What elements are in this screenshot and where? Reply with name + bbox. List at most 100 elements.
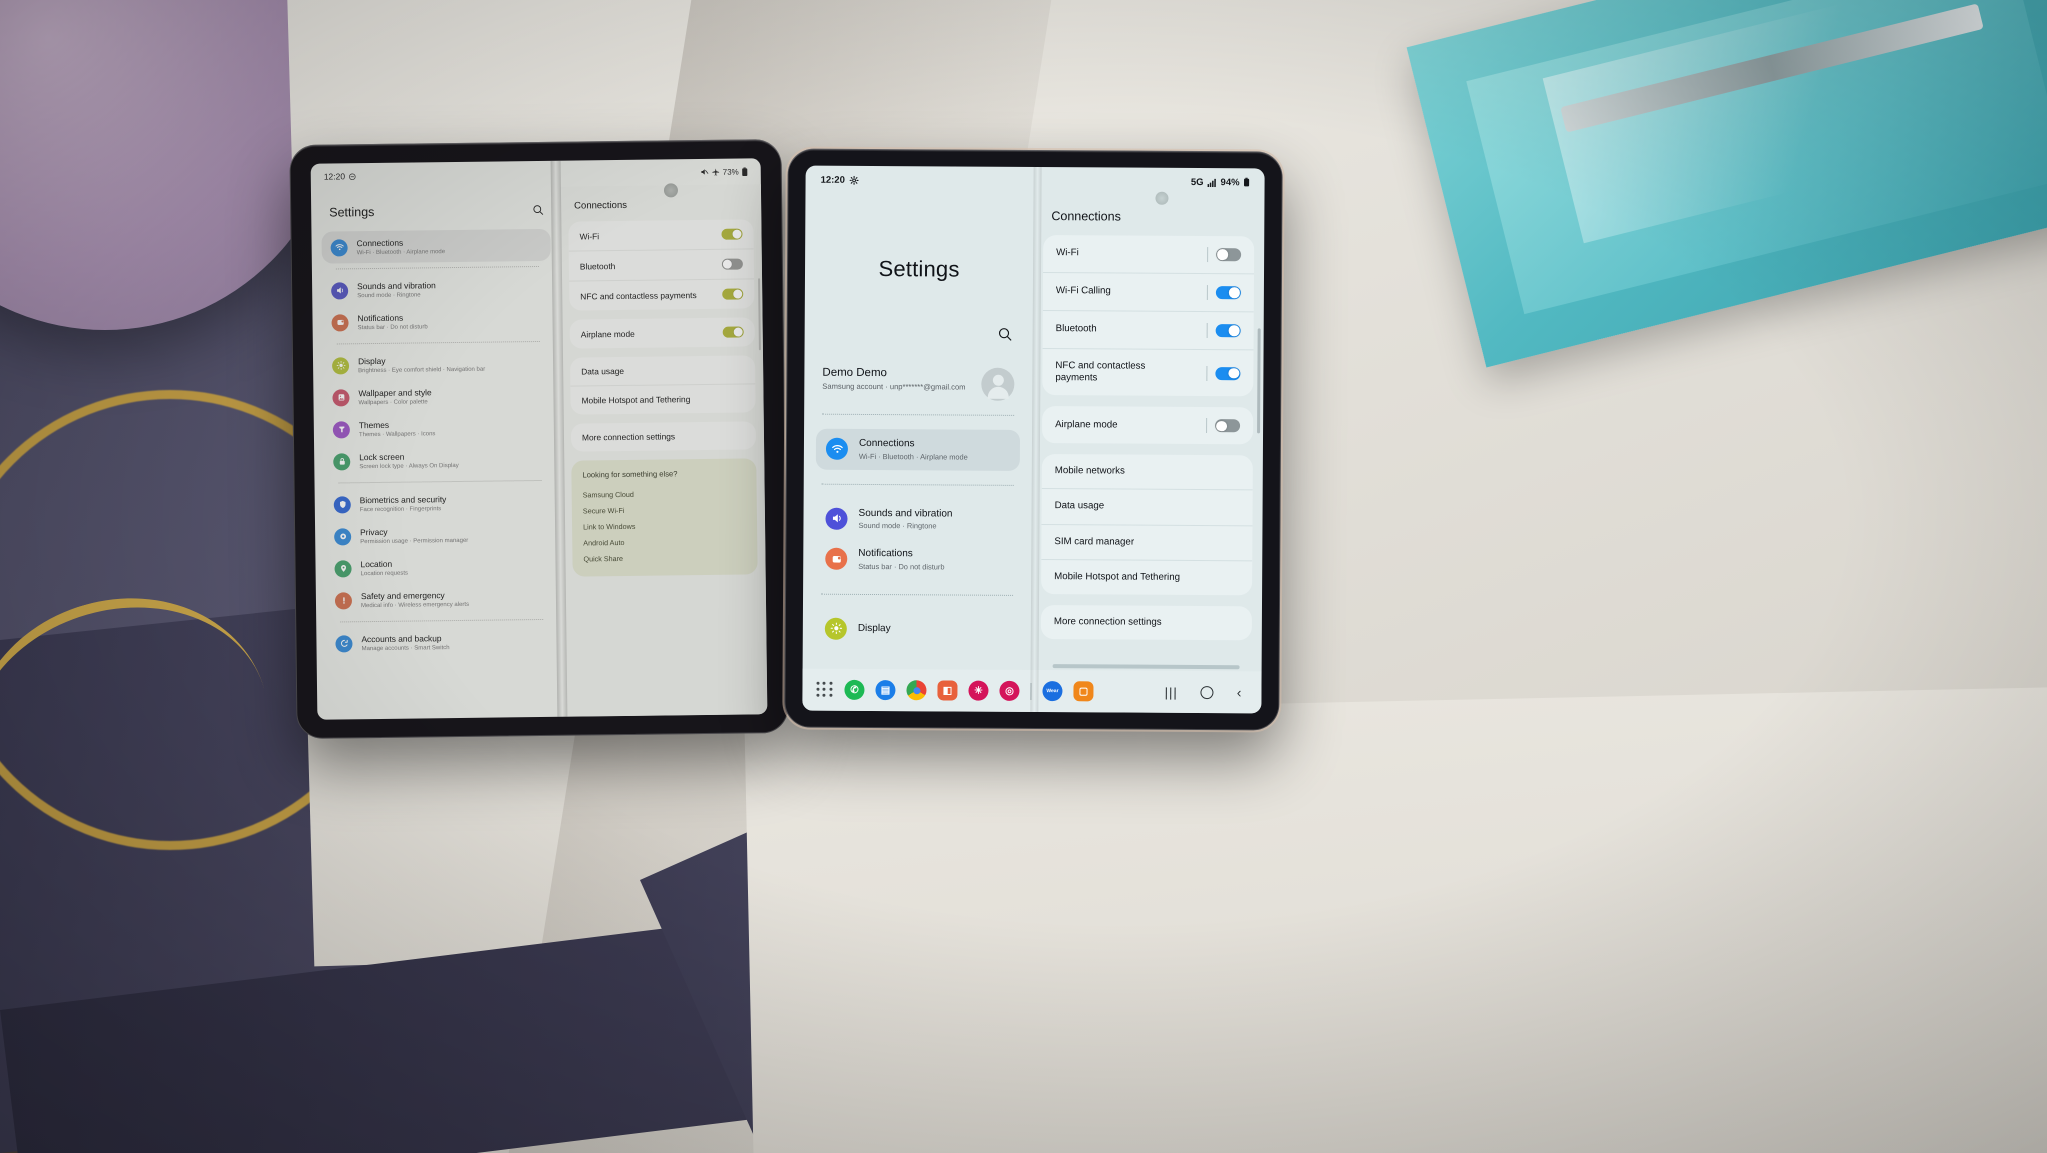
left-item-text: Display Brightness · Eye comfort shield ·… — [357, 355, 485, 374]
camera-icon[interactable]: ◎ — [999, 680, 1020, 701]
wear-icon[interactable]: Wear — [1042, 681, 1063, 702]
search-icon[interactable] — [532, 204, 544, 216]
toggle-wrap — [1206, 365, 1241, 381]
left-settings-item-location[interactable]: Location Location requests — [325, 550, 554, 585]
suggestion-card: Looking for something else? Samsung Cloud… — [571, 458, 758, 577]
lock-icon — [333, 452, 351, 471]
right-detail-row-nfc-and-contactless-payments[interactable]: NFC and contactless payments — [1042, 348, 1254, 397]
toggle-switch[interactable] — [722, 326, 744, 338]
left-item-sublabel: Wi-Fi · Bluetooth · Airplane mode — [356, 249, 446, 257]
right-detail-row-wi-fi[interactable]: Wi-Fi — [1043, 235, 1254, 273]
sound-icon — [331, 281, 349, 300]
right-status-time: 12:20 — [820, 174, 845, 186]
right-detail-card-group2: Airplane mode — [1041, 406, 1254, 445]
accounts-icon — [335, 634, 353, 653]
left-detail-row-nfc-and-contactless-payments[interactable]: NFC and contactless payments — [569, 278, 755, 311]
toggle-switch[interactable] — [1215, 324, 1241, 338]
toggle-switch[interactable] — [1215, 366, 1241, 380]
right-detail-card-group1: Wi-Fi Wi-Fi Calling Bluetooth NFC and conta… — [1042, 235, 1255, 397]
suggestion-heading: Looking for something else? — [582, 469, 678, 480]
left-item-text: Safety and emergency Medical info · Wirel… — [361, 590, 469, 609]
toggle-switch[interactable] — [1216, 248, 1242, 262]
divider — [336, 340, 540, 345]
left-settings-item-themes[interactable]: Themes Themes · Wallpapers · Icons — [324, 411, 553, 446]
safety-icon — [334, 591, 353, 610]
right-settings-item-notifications[interactable]: Notifications Status bar · Do not disturb — [815, 539, 1019, 581]
messages-icon[interactable]: ▤ — [875, 680, 896, 701]
right-detail-row-label: Mobile networks — [1054, 465, 1125, 477]
chrome-icon[interactable] — [906, 680, 927, 701]
toggle-switch[interactable] — [722, 288, 744, 300]
left-item-label: Notifications — [357, 312, 404, 324]
location-icon — [334, 559, 352, 578]
right-battery-percent: 94% — [1220, 176, 1240, 188]
right-detail-row-mobile-hotspot-and-tethering[interactable]: Mobile Hotspot and Tethering — [1041, 558, 1253, 596]
right-detail-content: Wi-Fi Wi-Fi Calling Bluetooth NFC and conta… — [1040, 235, 1255, 641]
toggle-switch[interactable] — [721, 258, 743, 270]
account-card[interactable]: Demo Demo Samsung account · unp*******@g… — [816, 341, 1020, 401]
apps-grid-icon[interactable] — [816, 681, 833, 698]
left-settings-item-connections[interactable]: Connections Wi-Fi · Bluetooth · Airplane … — [321, 228, 551, 264]
left-settings-item-biometrics-and-security[interactable]: Biometrics and security Face recognition … — [325, 486, 554, 521]
right-settings-item-display[interactable]: Display — [815, 608, 1019, 649]
left-settings-item-lock-screen[interactable]: Lock screen Screen lock type · Always On … — [324, 443, 553, 478]
toggle-switch[interactable] — [1215, 419, 1241, 433]
left-settings-item-safety-and-emergency[interactable]: Safety and emergency Medical info · Wirel… — [326, 582, 555, 617]
right-scrollbar[interactable] — [1256, 328, 1261, 434]
left-item-text: Sounds and vibration Sound mode · Rington… — [357, 280, 436, 299]
left-detail-card-group4: More connection settings — [570, 421, 757, 452]
left-detail-row-airplane-mode[interactable]: Airplane mode — [570, 317, 755, 348]
left-detail-pane: Connections Wi-Fi Bluetooth NFC and contac… — [559, 184, 768, 717]
right-settings-item-sounds-and-vibration[interactable]: Sounds and vibration Sound mode · Rington… — [815, 498, 1019, 540]
home-icon[interactable] — [1200, 685, 1214, 699]
right-detail-row-label: Wi-Fi — [1056, 247, 1079, 259]
divider — [821, 483, 1014, 486]
photos-icon[interactable]: ✳ — [968, 680, 989, 701]
left-detail-row-bluetooth[interactable]: Bluetooth — [568, 248, 755, 281]
right-item-label: Connections — [858, 437, 915, 450]
photo-scene: 12:20 73% Settings Connections Wi-Fi · B… — [0, 0, 2047, 1153]
right-detail-row-airplane-mode[interactable]: Airplane mode — [1042, 406, 1253, 444]
left-settings-item-sounds-and-vibration[interactable]: Sounds and vibration Sound mode · Rington… — [322, 272, 551, 307]
back-icon[interactable]: ‹ — [1237, 684, 1242, 700]
left-settings-item-accounts-and-backup[interactable]: Accounts and backup Manage accounts · Sma… — [326, 625, 555, 660]
suggestion-link-quick-share[interactable]: Quick Share — [583, 548, 746, 566]
left-detail-card-group3: Data usage Mobile Hotspot and Tethering — [570, 355, 756, 415]
left-detail-row-more-connection-settings[interactable]: More connection settings — [571, 421, 756, 451]
right-phone-ui: 12:20 5G 94% Settings Demo Demo Samsung … — [802, 166, 1264, 714]
right-detail-row-mobile-networks[interactable]: Mobile networks — [1042, 454, 1253, 489]
left-detail-row-mobile-hotspot-and-tethering[interactable]: Mobile Hotspot and Tethering — [570, 383, 756, 415]
avatar[interactable] — [981, 367, 1015, 401]
right-status-bar: 12:20 5G 94% — [805, 166, 1264, 197]
right-detail-row-bluetooth[interactable]: Bluetooth — [1042, 310, 1254, 350]
search-icon[interactable] — [998, 327, 1013, 342]
phone-icon[interactable]: ✆ — [844, 679, 865, 700]
right-detail-row-label: More connection settings — [1053, 615, 1162, 628]
left-settings-item-notifications[interactable]: Notifications Status bar · Do not disturb — [322, 304, 551, 339]
left-item-sublabel: Manage accounts · Smart Switch — [361, 645, 450, 653]
left-settings-item-privacy[interactable]: Privacy Permission usage · Permission man… — [325, 518, 554, 553]
notification-icon — [331, 313, 349, 332]
toggle-switch[interactable] — [1215, 286, 1241, 300]
right-detail-row-data-usage[interactable]: Data usage — [1041, 488, 1253, 525]
row-separator — [1207, 247, 1209, 263]
left-settings-item-display[interactable]: Display Brightness · Eye comfort shield ·… — [323, 347, 552, 382]
left-detail-row-label: Data usage — [581, 365, 625, 377]
notification-icon — [825, 547, 848, 571]
files-icon[interactable]: ▢ — [1073, 681, 1094, 702]
recents-icon[interactable]: ||| — [1165, 684, 1178, 699]
right-detail-row-sim-card-manager[interactable]: SIM card manager — [1041, 523, 1253, 560]
right-detail-row-wi-fi-calling[interactable]: Wi-Fi Calling — [1042, 272, 1255, 312]
left-detail-row-label: Wi-Fi — [579, 230, 600, 241]
right-item-text: Notifications Status bar · Do not disturb — [858, 548, 944, 571]
left-detail-row-data-usage[interactable]: Data usage — [570, 355, 755, 385]
right-settings-item-connections[interactable]: Connections Wi-Fi · Bluetooth · Airplane … — [815, 428, 1021, 471]
left-settings-item-wallpaper-and-style[interactable]: Wallpaper and style Wallpapers · Color pa… — [323, 379, 552, 414]
samsung-notes-icon[interactable]: ◧ — [937, 680, 958, 701]
row-separator — [1206, 285, 1208, 301]
right-detail-row-more-connection-settings[interactable]: More connection settings — [1041, 605, 1252, 640]
right-settings-pane: Settings Demo Demo Samsung account · unp… — [803, 194, 1034, 670]
left-item-label: Display — [357, 355, 386, 367]
left-detail-row-wi-fi[interactable]: Wi-Fi — [568, 219, 753, 250]
toggle-switch[interactable] — [721, 228, 743, 240]
